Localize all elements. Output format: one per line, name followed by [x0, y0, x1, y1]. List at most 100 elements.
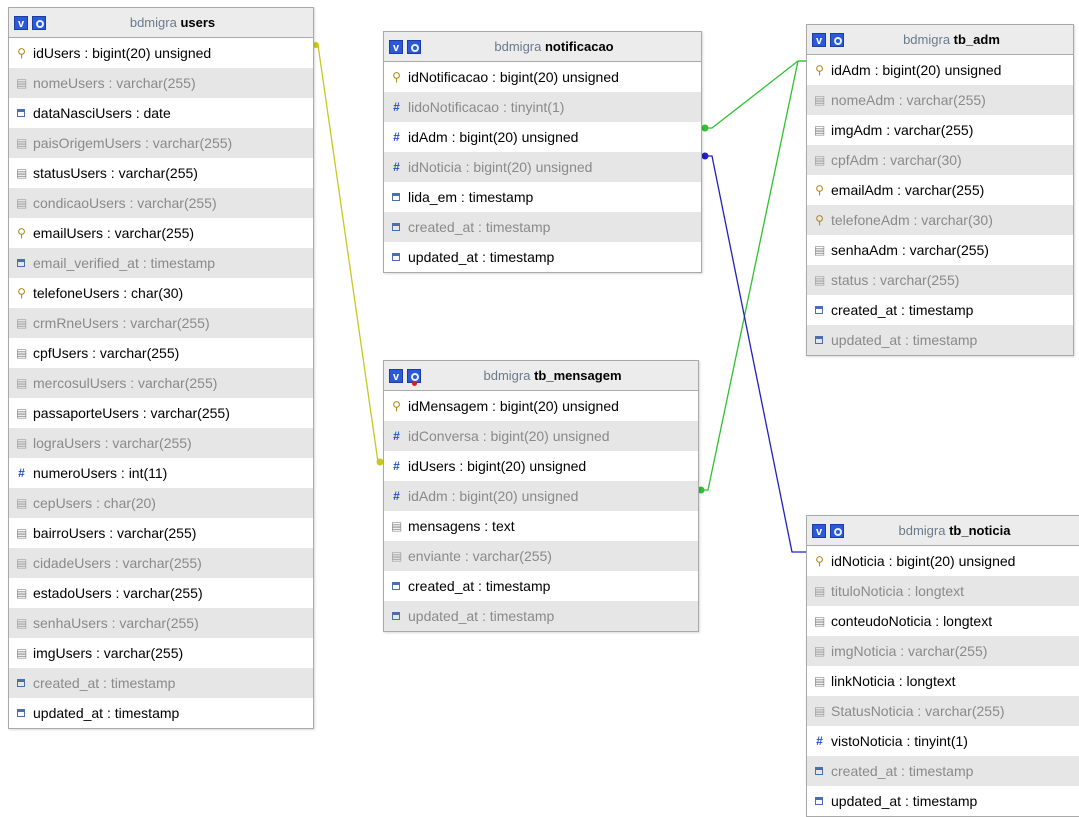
column-row[interactable]: ⚲ idNotificacao : bigint(20) unsigned: [384, 62, 701, 92]
table-options-icon[interactable]: [407, 39, 421, 54]
column-row[interactable]: ▤ condicaoUsers : varchar(255): [9, 188, 313, 218]
text-icon: ▤: [16, 555, 28, 570]
key-icon: ⚲: [815, 212, 824, 227]
table-options-icon[interactable]: [830, 32, 844, 47]
table-tb-mensagem[interactable]: v bdmigra tb_mensagem ⚲ idMensagem : bigint…: [383, 360, 699, 632]
column-row[interactable]: lida_em : timestamp: [384, 182, 701, 212]
toggle-columns-button[interactable]: v: [812, 523, 826, 538]
column-row[interactable]: ▤ lograUsers : varchar(255): [9, 428, 313, 458]
table-notificacao[interactable]: v bdmigra notificacao ⚲ idNotificacao : big…: [383, 31, 702, 273]
table-header[interactable]: v bdmigra users: [9, 8, 313, 38]
table-header[interactable]: v bdmigra tb_noticia: [807, 516, 1079, 546]
column-row[interactable]: # numeroUsers : int(11): [9, 458, 313, 488]
column-label: updated_at : timestamp: [408, 249, 555, 265]
column-row[interactable]: ▤ enviante : varchar(255): [384, 541, 698, 571]
column-row[interactable]: email_verified_at : timestamp: [9, 248, 313, 278]
column-row[interactable]: ▤ nomeUsers : varchar(255): [9, 68, 313, 98]
key-icon: ⚲: [815, 62, 824, 77]
relation-mensagem-adm: [699, 60, 806, 491]
column-row[interactable]: ▤ cpfAdm : varchar(30): [807, 145, 1073, 175]
table-options-icon[interactable]: [830, 523, 844, 538]
column-label: condicaoUsers : varchar(255): [33, 195, 217, 211]
column-row[interactable]: ⚲ telefoneAdm : varchar(30): [807, 205, 1073, 235]
column-row[interactable]: # vistoNoticia : tinyint(1): [807, 726, 1079, 756]
column-row[interactable]: ▤ linkNoticia : longtext: [807, 666, 1079, 696]
column-row[interactable]: # idUsers : bigint(20) unsigned: [384, 451, 698, 481]
table-users[interactable]: v bdmigra users ⚲ idUsers : bigint(20) unsi…: [8, 7, 314, 729]
column-row[interactable]: ▤ status : varchar(255): [807, 265, 1073, 295]
column-label: idAdm : bigint(20) unsigned: [831, 62, 1002, 78]
column-row[interactable]: ⚲ emailAdm : varchar(255): [807, 175, 1073, 205]
text-icon: ▤: [391, 548, 403, 563]
column-row[interactable]: updated_at : timestamp: [807, 325, 1073, 355]
column-row[interactable]: ▤ cidadeUsers : varchar(255): [9, 548, 313, 578]
column-row[interactable]: ▤ imgUsers : varchar(255): [9, 638, 313, 668]
text-icon: ▤: [391, 518, 403, 533]
column-row[interactable]: created_at : timestamp: [807, 295, 1073, 325]
column-label: created_at : timestamp: [831, 302, 974, 318]
column-row[interactable]: ▤ bairroUsers : varchar(255): [9, 518, 313, 548]
date-icon: [815, 306, 823, 314]
table-options-icon[interactable]: [32, 15, 46, 30]
column-row[interactable]: ▤ paisOrigemUsers : varchar(255): [9, 128, 313, 158]
column-row[interactable]: # idAdm : bigint(20) unsigned: [384, 481, 698, 511]
column-label: cpfAdm : varchar(30): [831, 152, 962, 168]
column-row[interactable]: ▤ mercosulUsers : varchar(255): [9, 368, 313, 398]
column-row[interactable]: # idAdm : bigint(20) unsigned: [384, 122, 701, 152]
column-label: bairroUsers : varchar(255): [33, 525, 197, 541]
column-row[interactable]: updated_at : timestamp: [384, 242, 701, 272]
column-label: conteudoNoticia : longtext: [831, 613, 993, 629]
column-row[interactable]: # idNoticia : bigint(20) unsigned: [384, 152, 701, 182]
column-row[interactable]: # idConversa : bigint(20) unsigned: [384, 421, 698, 451]
table-header[interactable]: v bdmigra tb_mensagem: [384, 361, 698, 391]
column-label: paisOrigemUsers : varchar(255): [33, 135, 233, 151]
number-icon: #: [393, 99, 400, 114]
column-row[interactable]: ▤ cepUsers : char(20): [9, 488, 313, 518]
column-row[interactable]: ▤ estadoUsers : varchar(255): [9, 578, 313, 608]
column-row[interactable]: ▤ tituloNoticia : longtext: [807, 576, 1079, 606]
column-row[interactable]: updated_at : timestamp: [384, 601, 698, 631]
column-row[interactable]: ⚲ idNoticia : bigint(20) unsigned: [807, 546, 1079, 576]
column-label: crmRneUsers : varchar(255): [33, 315, 210, 331]
column-row[interactable]: ⚲ telefoneUsers : char(30): [9, 278, 313, 308]
column-row[interactable]: created_at : timestamp: [807, 756, 1079, 786]
column-label: emailUsers : varchar(255): [33, 225, 195, 241]
column-row[interactable]: ▤ nomeAdm : varchar(255): [807, 85, 1073, 115]
key-icon: ⚲: [392, 69, 401, 84]
column-row[interactable]: ▤ imgNoticia : varchar(255): [807, 636, 1079, 666]
column-row[interactable]: ⚲ emailUsers : varchar(255): [9, 218, 313, 248]
column-row[interactable]: created_at : timestamp: [9, 668, 313, 698]
column-row[interactable]: ▤ crmRneUsers : varchar(255): [9, 308, 313, 338]
column-label: telefoneAdm : varchar(30): [831, 212, 993, 228]
table-header[interactable]: v bdmigra tb_adm: [807, 25, 1073, 55]
table-name: tb_noticia: [949, 523, 1011, 538]
column-row[interactable]: dataNasciUsers : date: [9, 98, 313, 128]
column-row[interactable]: ⚲ idUsers : bigint(20) unsigned: [9, 38, 313, 68]
column-row[interactable]: # lidoNotificacao : tinyint(1): [384, 92, 701, 122]
column-row[interactable]: updated_at : timestamp: [9, 698, 313, 728]
column-row[interactable]: created_at : timestamp: [384, 212, 701, 242]
column-row[interactable]: ▤ conteudoNoticia : longtext: [807, 606, 1079, 636]
column-row[interactable]: ▤ senhaAdm : varchar(255): [807, 235, 1073, 265]
column-label: estadoUsers : varchar(255): [33, 585, 203, 601]
column-label: imgNoticia : varchar(255): [831, 643, 988, 659]
column-row[interactable]: ▤ imgAdm : varchar(255): [807, 115, 1073, 145]
toggle-columns-button[interactable]: v: [812, 32, 826, 47]
toggle-columns-button[interactable]: v: [14, 15, 28, 30]
column-row[interactable]: ⚲ idAdm : bigint(20) unsigned: [807, 55, 1073, 85]
table-tb-adm[interactable]: v bdmigra tb_adm ⚲ idAdm : bigint(20) unsig…: [806, 24, 1074, 356]
column-row[interactable]: ▤ cpfUsers : varchar(255): [9, 338, 313, 368]
date-icon: [392, 612, 400, 620]
column-row[interactable]: ▤ senhaUsers : varchar(255): [9, 608, 313, 638]
toggle-columns-button[interactable]: v: [389, 39, 403, 54]
column-row[interactable]: ▤ mensagens : text: [384, 511, 698, 541]
column-row[interactable]: ▤ StatusNoticia : varchar(255): [807, 696, 1079, 726]
text-icon: ▤: [814, 272, 826, 287]
table-header[interactable]: v bdmigra notificacao: [384, 32, 701, 62]
toggle-columns-button[interactable]: v: [389, 368, 403, 383]
column-row[interactable]: ▤ statusUsers : varchar(255): [9, 158, 313, 188]
column-row[interactable]: ▤ passaporteUsers : varchar(255): [9, 398, 313, 428]
table-tb-noticia[interactable]: v bdmigra tb_noticia ⚲ idNoticia : bigint(2…: [806, 515, 1079, 817]
column-row[interactable]: created_at : timestamp: [384, 571, 698, 601]
column-row[interactable]: ⚲ idMensagem : bigint(20) unsigned: [384, 391, 698, 421]
